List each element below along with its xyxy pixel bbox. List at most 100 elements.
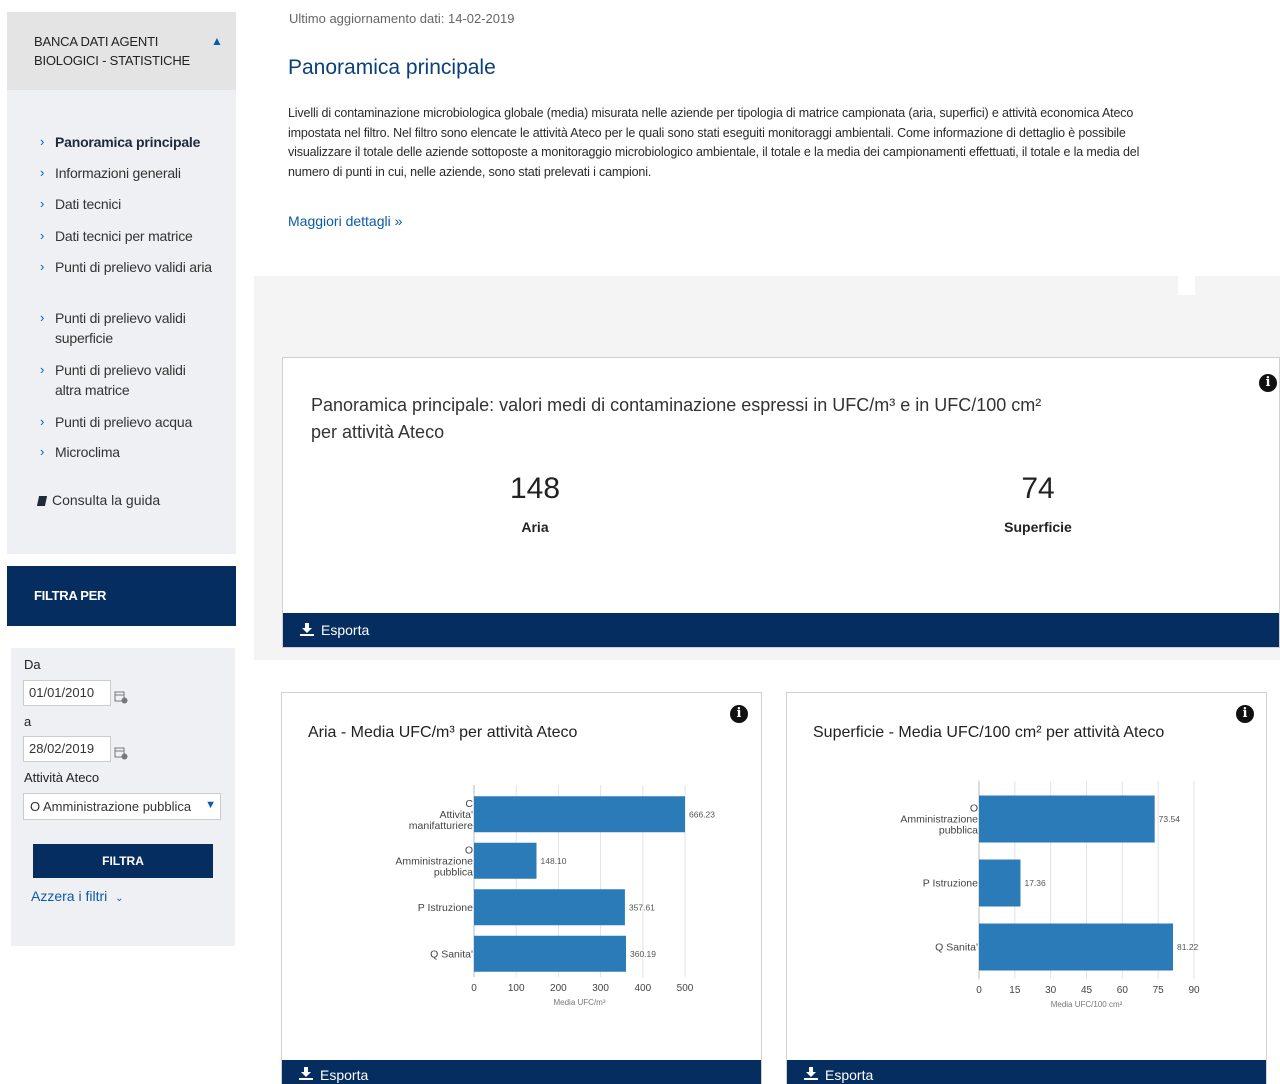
sidebar-item-label: Panoramica principale — [55, 134, 201, 150]
export-label: Esporta — [825, 1067, 874, 1083]
chevron-right-icon: › — [40, 165, 45, 180]
download-icon — [299, 1067, 313, 1083]
x-axis-label: Media UFC/100 cm² — [1051, 1000, 1123, 1009]
from-date-input[interactable]: 01/01/2010 — [23, 680, 111, 706]
kpi-superficie-label: Superficie — [1004, 519, 1072, 535]
chevron-right-icon: › — [40, 414, 45, 429]
sidebar-item-label: Punti di prelievo validi altra matrice — [55, 362, 186, 398]
chevron-right-icon: › — [40, 310, 45, 325]
export-label: Esporta — [320, 1067, 369, 1083]
reset-filters-label: Azzera i filtri — [31, 888, 108, 904]
summary-card: i Panoramica principale: valori medi di … — [282, 357, 1280, 648]
filter-header: FILTRA PER — [7, 566, 236, 626]
bar — [979, 923, 1174, 971]
export-label: Esporta — [321, 622, 370, 638]
x-tick-label: 90 — [1188, 985, 1200, 996]
category-label: pubblica — [434, 866, 473, 878]
info-icon[interactable]: i — [1259, 374, 1277, 392]
intro-text: Livelli di contaminazione microbiologica… — [288, 106, 1140, 179]
calendar-icon[interactable] — [114, 746, 128, 760]
category-label: P Istruzione — [418, 902, 473, 914]
more-details-link[interactable]: Maggiori dettagli » — [288, 213, 402, 229]
chevron-right-icon: › — [40, 259, 45, 274]
chevron-right-icon: › — [40, 196, 45, 211]
category-label: Q Sanita' — [935, 942, 978, 954]
x-tick-label: 100 — [508, 983, 525, 994]
from-date-label: Da — [24, 657, 41, 672]
chevron-right-icon: › — [40, 362, 45, 377]
kpi-aria-value: 148 — [509, 472, 561, 505]
export-bar[interactable]: Esporta — [283, 613, 1279, 647]
sidebar-header[interactable]: BANCA DATI AGENTI BIOLOGICI - STATISTICH… — [7, 12, 236, 90]
export-bar[interactable]: Esporta — [282, 1060, 761, 1084]
chart-card-aria: i Aria - Media UFC/m³ per attività Ateco… — [281, 692, 762, 1084]
guide-link[interactable]: Consulta la guida — [36, 492, 161, 508]
sidebar-item-label: Punti di prelievo validi superficie — [55, 310, 186, 346]
x-tick-label: 0 — [471, 983, 477, 994]
sidebar-item-informazioni-generali[interactable]: › Informazioni generali — [40, 163, 215, 183]
sidebar-item-punti-prelievo-superficie[interactable]: › Punti di prelievo validi superficie — [40, 308, 215, 348]
export-bar[interactable]: Esporta — [787, 1060, 1266, 1084]
download-icon — [804, 1067, 818, 1083]
sidebar-item-dati-tecnici-per-matrice[interactable]: › Dati tecnici per matrice — [40, 226, 215, 246]
sidebar-nav: › Panoramica principale › Informazioni g… — [7, 90, 236, 554]
chevron-up-icon[interactable]: ▲ — [211, 34, 223, 48]
page-title: Panoramica principale — [288, 56, 496, 79]
bar-value-label: 666.23 — [689, 809, 715, 819]
to-date-label: a — [24, 714, 32, 729]
sidebar-item-label: Microclima — [55, 444, 120, 460]
sidebar-item-punti-prelievo-acqua[interactable]: › Punti di prelievo acqua — [40, 412, 215, 432]
sidebar-item-panoramica-principale[interactable]: › Panoramica principale — [40, 132, 215, 152]
guide-label: Consulta la guida — [52, 492, 161, 508]
bar-value-label: 17.36 — [1024, 878, 1046, 888]
calendar-icon[interactable] — [114, 690, 128, 704]
bar — [474, 935, 627, 972]
filter-button[interactable]: FILTRA — [33, 844, 213, 878]
x-tick-label: 45 — [1081, 985, 1093, 996]
last-updated: Ultimo aggiornamento dati: 14-02-2019 — [289, 11, 515, 26]
summary-card-title: Panoramica principale: valori medi di co… — [311, 395, 1042, 442]
chevron-down-icon: ▼ — [203, 799, 216, 811]
chevron-right-icon: › — [40, 228, 45, 243]
background-notch — [1178, 276, 1195, 295]
sidebar-item-dati-tecnici[interactable]: › Dati tecnici — [40, 194, 215, 214]
chevron-down-icon: ⌄ — [115, 893, 124, 904]
x-tick-label: 500 — [677, 983, 694, 994]
sidebar-item-label: Dati tecnici per matrice — [55, 228, 193, 244]
chevron-right-icon: › — [40, 134, 45, 149]
x-tick-label: 400 — [634, 983, 651, 994]
bar-value-label: 360.19 — [630, 949, 656, 959]
superficie-bar-chart: 0 15 30 45 60 75 90Media UFC/100 cm²73.54OAmmi… — [900, 781, 1200, 1009]
reset-filters-link[interactable]: Azzera i filtri ⌄ — [31, 888, 124, 904]
bar — [474, 842, 537, 879]
filter-panel: Da 01/01/2010 a 28/02/2019 Attività Atec… — [11, 648, 235, 946]
bar-value-label: 357.61 — [629, 902, 655, 912]
chevron-right-icon: › — [40, 444, 45, 459]
sidebar-item-label: Dati tecnici — [55, 196, 122, 212]
sidebar-item-label: Punti di prelievo validi aria — [55, 259, 212, 275]
ateco-select-value: O Amministrazione pubblica — [30, 799, 192, 814]
download-icon — [300, 623, 314, 639]
bar — [474, 796, 685, 833]
bar-value-label: 73.54 — [1159, 814, 1181, 824]
x-tick-label: 30 — [1045, 985, 1057, 996]
x-tick-label: 300 — [592, 983, 609, 994]
x-tick-label: 15 — [1009, 985, 1021, 996]
aria-bar-chart: 0 100 200 300 400 500Media UFC/m³666.23CAttiv… — [395, 785, 715, 1007]
x-tick-label: 75 — [1153, 985, 1165, 996]
sidebar-item-punti-prelievo-aria[interactable]: › Punti di prelievo validi aria — [40, 257, 215, 277]
x-axis-label: Media UFC/m³ — [553, 998, 605, 1007]
ateco-select[interactable]: O Amministrazione pubblica ▼ — [23, 793, 221, 820]
kpi-superficie-value: 74 — [1021, 472, 1055, 505]
bar — [979, 795, 1155, 843]
sidebar-item-punti-prelievo-altra-matrice[interactable]: › Punti di prelievo validi altra matrice — [40, 360, 215, 400]
ateco-label: Attività Ateco — [24, 770, 100, 785]
sidebar-item-microclima[interactable]: › Microclima — [40, 442, 215, 462]
bar — [474, 889, 625, 926]
to-date-input[interactable]: 28/02/2019 — [23, 736, 111, 762]
sidebar-item-label: Punti di prelievo acqua — [55, 414, 193, 430]
book-icon — [36, 496, 48, 506]
category-label: Q Sanita' — [430, 948, 473, 960]
filter-title: FILTRA PER — [34, 588, 107, 603]
sidebar-title: BANCA DATI AGENTI BIOLOGICI - STATISTICH… — [34, 34, 190, 68]
